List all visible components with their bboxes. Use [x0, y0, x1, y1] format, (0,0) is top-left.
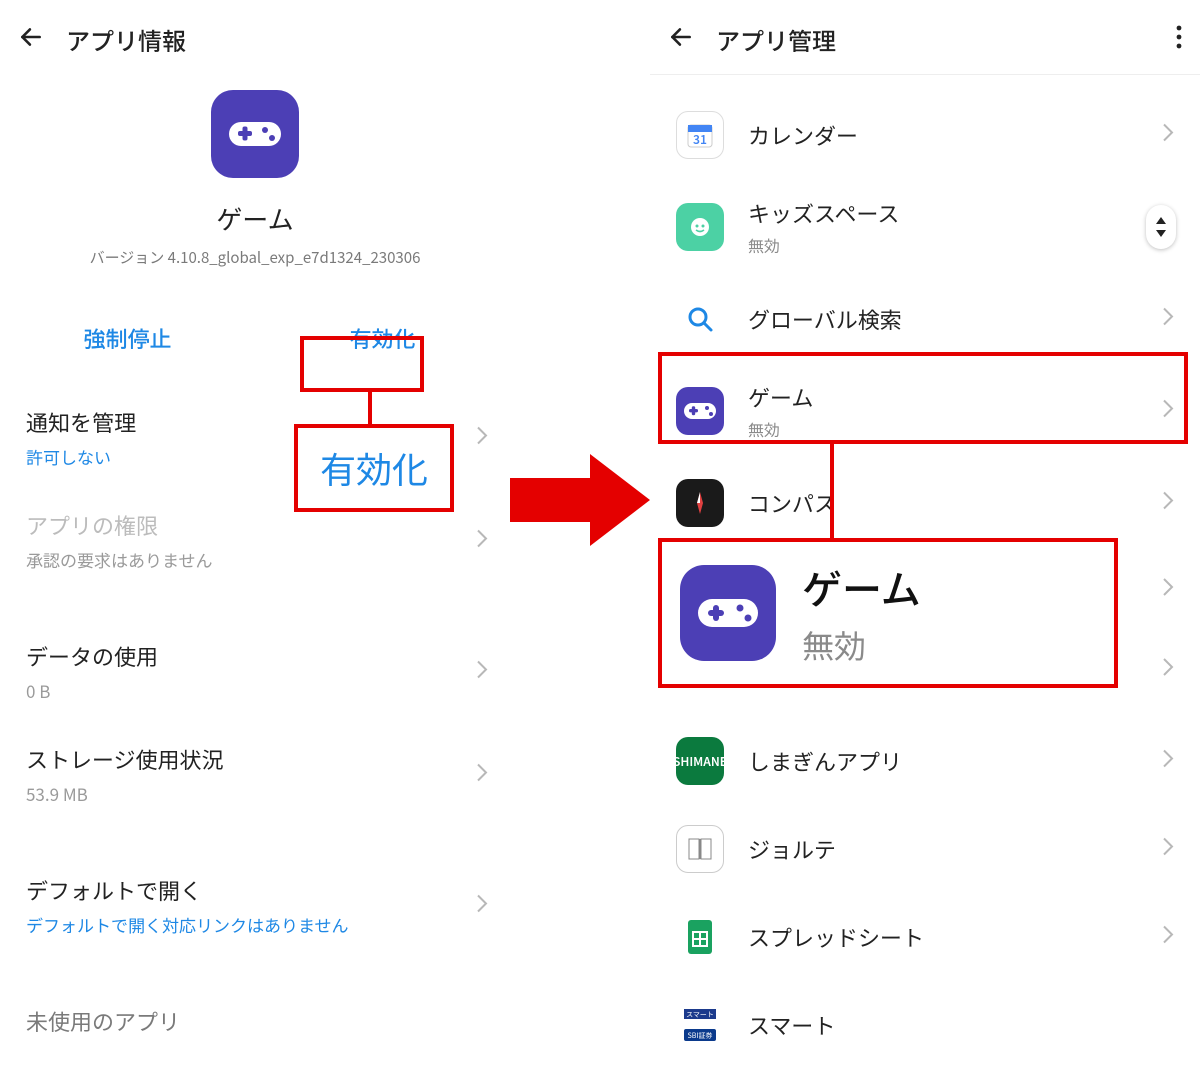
force-stop-button[interactable]: 強制停止 [0, 308, 255, 368]
chevron-right-icon [1162, 657, 1174, 682]
app-name: ジョルテ [748, 833, 836, 865]
annotation-connector [368, 392, 372, 424]
chevron-right-icon [1162, 123, 1174, 148]
gamepad-icon [680, 565, 776, 661]
row-sub: 0 B [26, 678, 484, 703]
calendar-icon: 31 [676, 111, 724, 159]
app-bar: アプリ管理 [650, 8, 1200, 70]
chevron-right-icon [1162, 307, 1174, 332]
shimagin-icon: SHIMANE [676, 737, 724, 785]
annotation-app-status: 無効 [802, 622, 921, 668]
annotation-box [658, 352, 1188, 444]
back-icon[interactable] [18, 24, 44, 55]
chevron-right-icon [476, 762, 488, 787]
page-title: アプリ情報 [66, 22, 186, 57]
annotation-app-name: ゲーム [802, 558, 921, 616]
chevron-right-icon [476, 425, 488, 450]
row-sub: 53.9 MB [26, 781, 484, 806]
chevron-right-icon [476, 659, 488, 684]
row-data-usage[interactable]: データの使用 0 B [0, 620, 510, 723]
page-title: アプリ管理 [716, 22, 836, 57]
chevron-right-icon [476, 893, 488, 918]
svg-text:SBI証券: SBI証券 [688, 1031, 713, 1041]
app-version: バージョン 4.10.8_global_exp_e7d1324_230306 [0, 247, 510, 268]
triangle-up-icon [1156, 217, 1166, 224]
row-unused-apps[interactable]: 未使用のアプリ [0, 985, 510, 1057]
row-sub: デフォルトで開く対応リンクはありません [26, 912, 484, 937]
arrow-right-icon [510, 450, 650, 550]
chevron-right-icon [1162, 491, 1174, 516]
triangle-down-icon [1156, 230, 1166, 237]
row-title: アプリの権限 [26, 509, 484, 541]
app-row-shimagin[interactable]: SHIMANE しまぎんアプリ [650, 717, 1200, 805]
app-name: ゲーム [0, 200, 510, 237]
app-row-kids-space[interactable]: キッズスペース 無効 [650, 179, 1200, 275]
row-storage-usage[interactable]: ストレージ使用状況 53.9 MB [0, 723, 510, 826]
annotation-connector [830, 444, 834, 538]
app-name: スプレッドシート [748, 921, 924, 953]
app-row-smart[interactable]: スマート SBI証券 スマート [650, 981, 1200, 1069]
row-title: データの使用 [26, 640, 484, 672]
app-row-compass[interactable]: コンパス [650, 459, 1200, 547]
app-status: 無効 [748, 233, 899, 257]
gamepad-icon [211, 90, 299, 178]
compass-icon [676, 479, 724, 527]
screen-app-management: アプリ管理 31 カレンダー キッズスペース 無効 [650, 0, 1200, 1078]
more-vert-icon[interactable] [1176, 25, 1182, 54]
app-name: コンパス [748, 487, 836, 519]
row-title: デフォルトで開く [26, 874, 484, 906]
kids-icon [676, 203, 724, 251]
app-bar: アプリ情報 [0, 8, 510, 70]
search-icon [676, 295, 724, 343]
row-open-default[interactable]: デフォルトで開く デフォルトで開く対応リンクはありません [0, 854, 510, 957]
row-title: 未使用のアプリ [26, 1005, 484, 1037]
app-name: キッズスペース [748, 197, 899, 229]
annotation-box-enlarged: ゲーム 無効 [658, 538, 1118, 688]
sbi-icon: スマート SBI証券 [676, 1001, 724, 1049]
app-row-spreadsheet[interactable]: スプレッドシート [650, 893, 1200, 981]
chevron-right-icon [476, 528, 488, 553]
action-buttons: 強制停止 有効化 [0, 278, 510, 386]
app-name: カレンダー [748, 119, 858, 151]
chevron-right-icon [1162, 749, 1174, 774]
app-name: しまぎんアプリ [748, 745, 902, 777]
annotation-box-enlarged: 有効化 [294, 424, 454, 512]
svg-text:31: 31 [693, 131, 707, 148]
app-row-calendar[interactable]: 31 カレンダー [650, 91, 1200, 179]
sheets-icon [676, 913, 724, 961]
chevron-right-icon [1162, 925, 1174, 950]
app-name: グローバル検索 [748, 303, 902, 335]
app-hero: ゲーム バージョン 4.10.8_global_exp_e7d1324_2303… [0, 70, 510, 278]
app-name: スマート [748, 1009, 835, 1041]
svg-text:スマート: スマート [686, 1010, 714, 1020]
sort-toggle[interactable] [1146, 205, 1176, 249]
chevron-right-icon [1162, 577, 1174, 602]
transition-gap [510, 0, 650, 1078]
back-icon[interactable] [668, 24, 694, 55]
book-icon [676, 825, 724, 873]
annotation-box [300, 336, 424, 392]
row-title: ストレージ使用状況 [26, 743, 484, 775]
chevron-right-icon [1162, 837, 1174, 862]
screen-app-info: アプリ情報 ゲーム バージョン 4.10.8_global_exp_e7d132… [0, 0, 510, 1078]
annotation-label: 有効化 [320, 442, 428, 494]
row-sub: 承認の要求はありません [26, 547, 484, 572]
app-row-jorte[interactable]: ジョルテ [650, 805, 1200, 893]
app-row-global-search[interactable]: グローバル検索 [650, 275, 1200, 363]
